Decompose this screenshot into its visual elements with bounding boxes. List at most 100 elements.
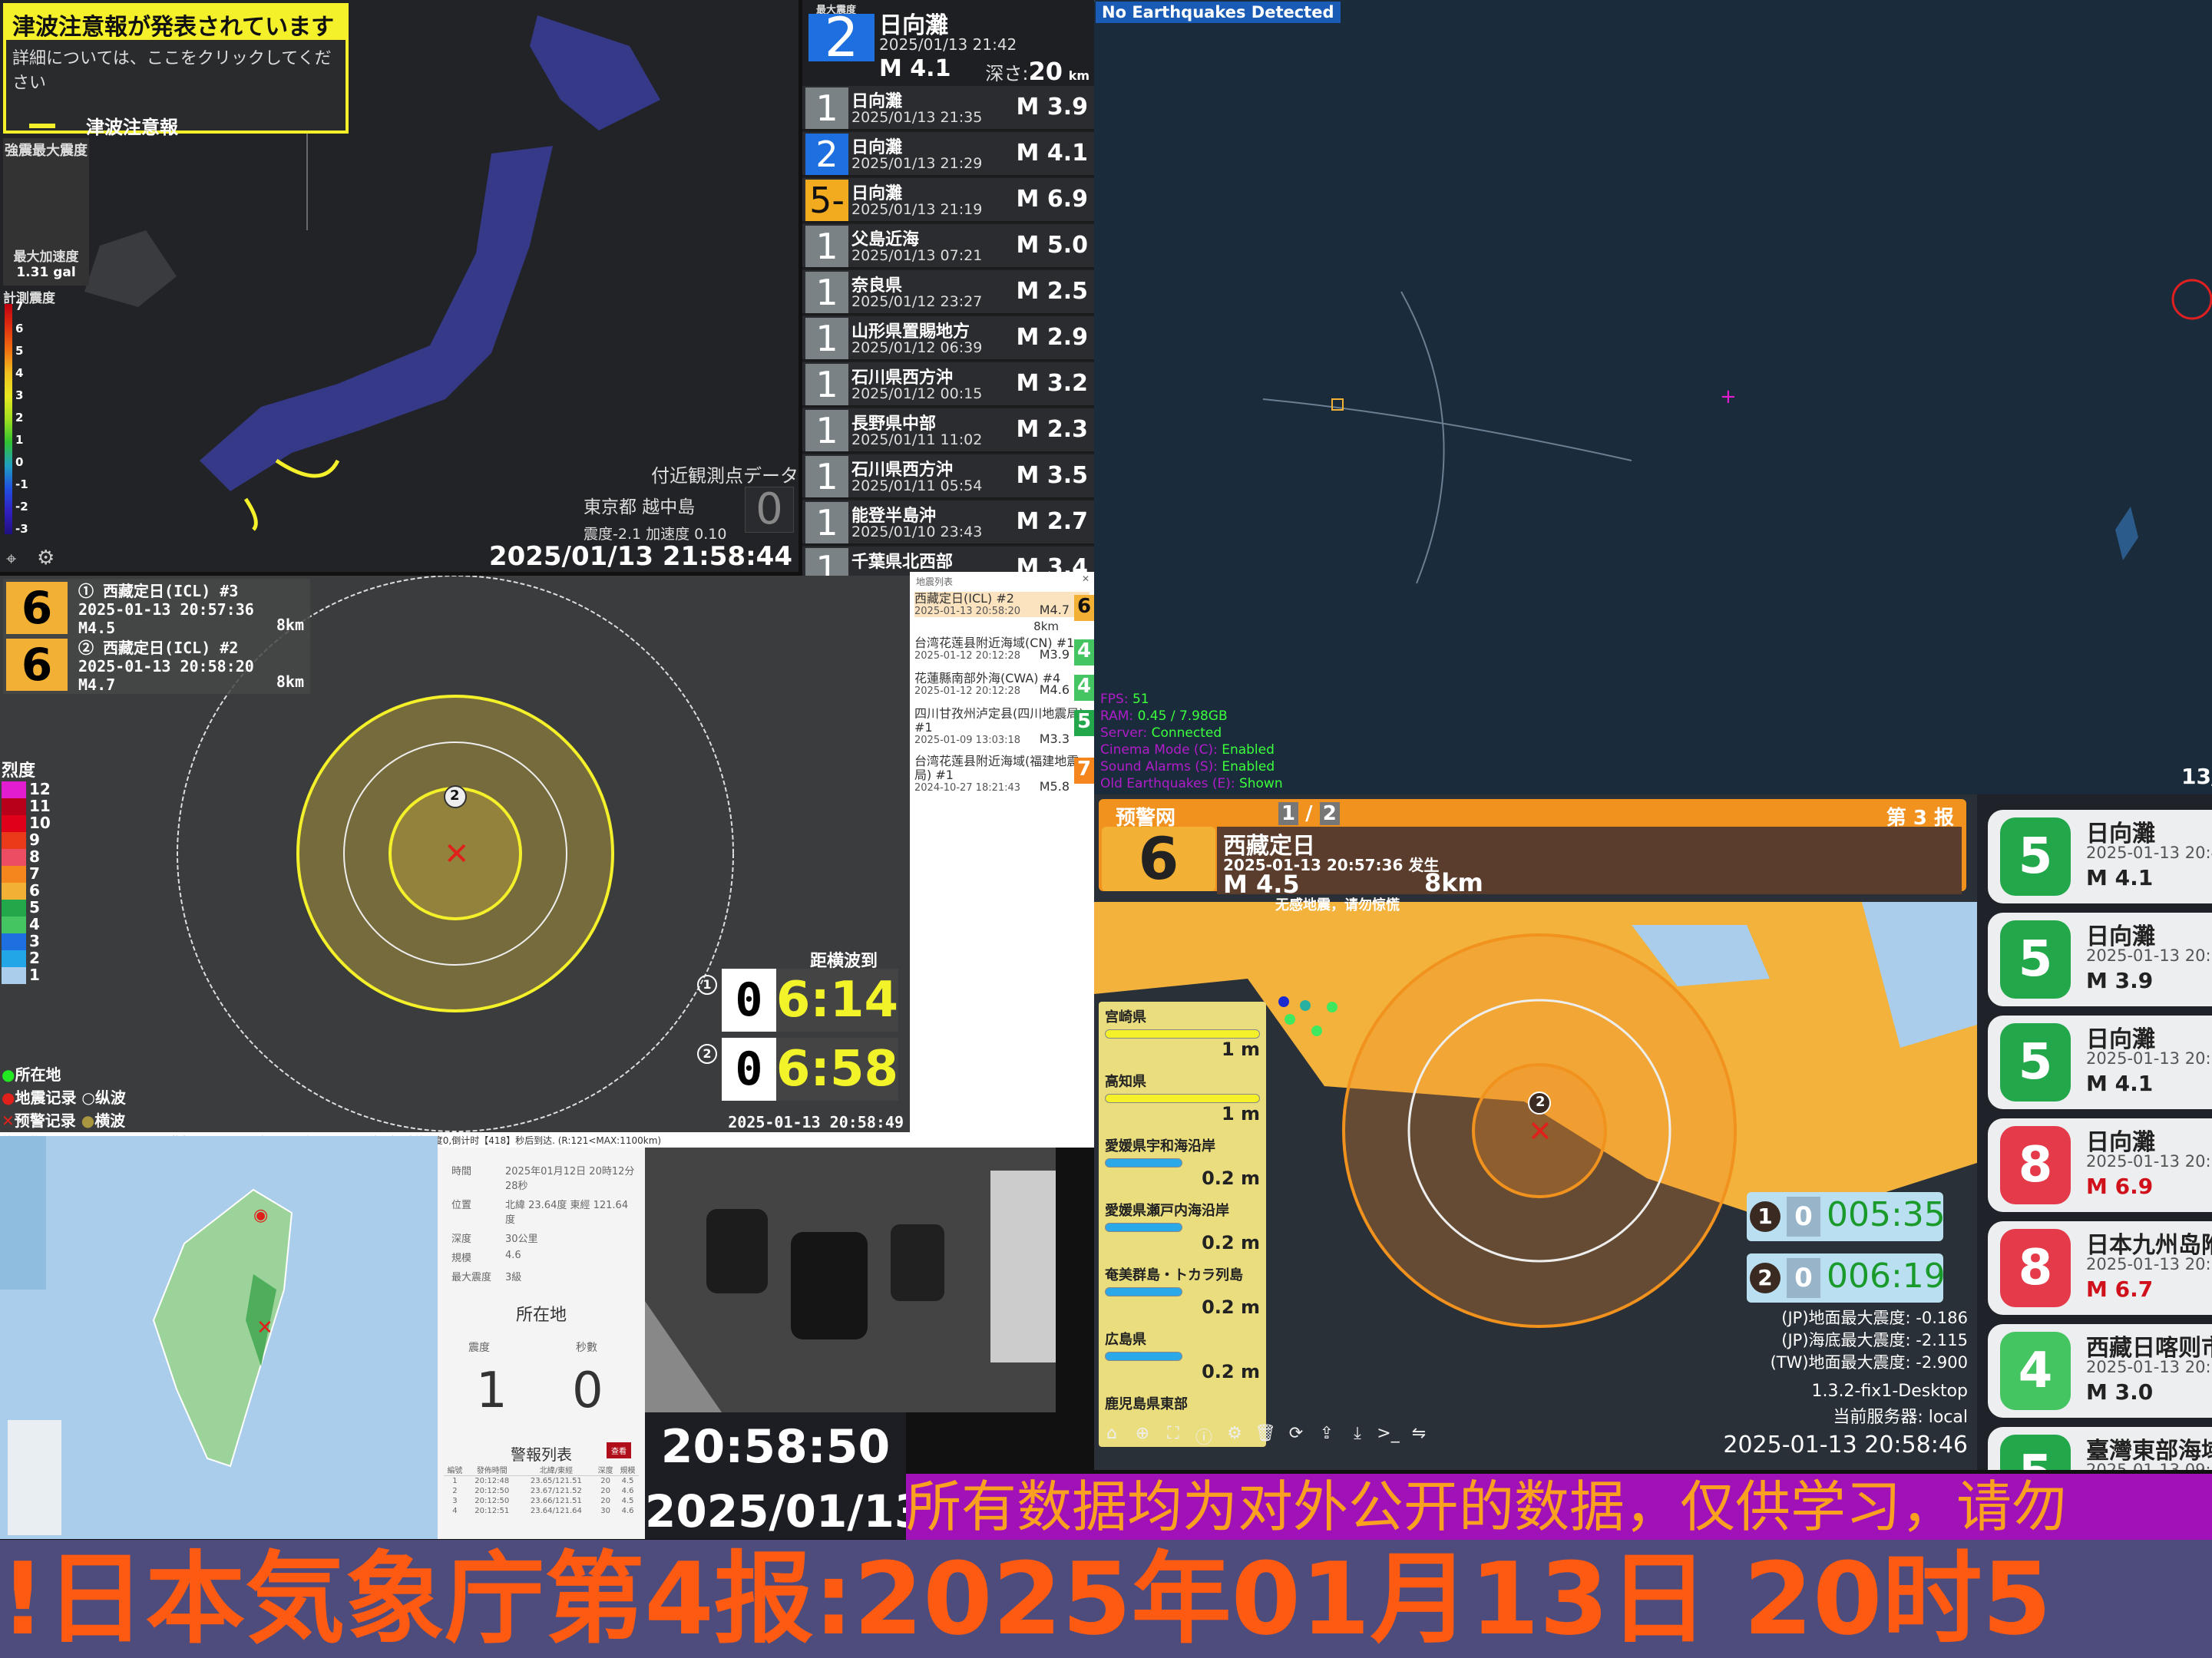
warning-network-map[interactable]: ✕ 2 预警网 1 / 2 第 3 报 6 西藏定日 2025-01-13 20… — [1094, 794, 1977, 1470]
event-time: 2025/01/12 23:27 — [851, 293, 983, 310]
earthquake-row[interactable]: 1 奈良県 2025/01/12 23:27 M 2.5 — [802, 270, 1094, 315]
japan-map-panel[interactable]: 津波注意報が発表されています 詳細については、ここをクリックしてください 津波注… — [0, 0, 799, 572]
download-icon[interactable]: ⤓ — [1346, 1424, 1369, 1448]
tsunami-item[interactable]: 宫崎県 1 m — [1105, 1006, 1260, 1060]
swap-icon[interactable]: ⇋ — [1407, 1424, 1430, 1448]
upload-icon[interactable]: ⇪ — [1315, 1424, 1338, 1448]
alert-view-button[interactable]: 查看 — [607, 1442, 631, 1458]
locate-icon[interactable]: ⌖ — [6, 548, 17, 570]
earthquake-row[interactable]: 1 長野県中部 2025/01/11 11:02 M 2.3 — [802, 408, 1094, 453]
info-row: 規模 4.6 — [451, 1250, 636, 1264]
tsunami-item[interactable]: 鹿児島県東部 — [1105, 1393, 1260, 1413]
earthquake-card[interactable]: 5日向灘2025-01-13 20:29M 4.1 — [1988, 1016, 2212, 1109]
earthquake-card[interactable]: 8日本九州岛附2025-01-13 20:19M 6.7 — [1988, 1221, 2212, 1315]
intensity-badge: 2 — [805, 134, 848, 175]
earthquake-row[interactable]: 花蓮縣南部外海(CWA) #4 2025-01-12 20:12:28 M4.6 4 — [914, 672, 1094, 701]
tsunami-alert-link[interactable]: 詳細については、ここをクリックしてください — [6, 40, 346, 98]
earthquake-row[interactable]: 1 能登半島沖 2025/01/10 23:43 M 2.7 — [802, 500, 1094, 545]
intensity-color-scale: 7 6 5 4 3 2 1 0 -1 -2 -3 — [5, 299, 51, 542]
debug-line: FPS: 51 — [1100, 691, 1283, 708]
earthquake-row[interactable]: 2 日向灘 2025/01/13 21:29 M 4.1 — [802, 132, 1094, 177]
cn-list-title: 地震列表 — [916, 576, 954, 587]
tsunami-item[interactable]: 奄美群島・トカラ列島 0.2 m — [1105, 1264, 1260, 1318]
tsunami-item[interactable]: 高知県 1 m — [1105, 1071, 1260, 1125]
page-total: 2 — [1319, 802, 1340, 825]
refresh-icon[interactable]: ⟳ — [1285, 1424, 1308, 1448]
earthquake-row[interactable]: 四川甘孜州泸定县(四川地震局) #1 2025-01-09 13:03:18 M3.… — [914, 707, 1094, 746]
fullscreen-icon[interactable]: ⛶ — [1162, 1424, 1185, 1448]
svg-text:+: + — [1720, 385, 1737, 408]
earthquake-card[interactable]: 5日向灘2025-01-13 20:42M 4.1 — [1988, 810, 2212, 903]
home-icon[interactable]: ⌂ — [1100, 1424, 1123, 1448]
scale-label: 4 — [29, 915, 40, 933]
taiwan-map[interactable]: ◉ ✕ — [0, 1136, 438, 1539]
tsunami-height-list[interactable]: 宫崎県 1 m 高知県 1 m 愛媛県宇和海沿岸 0.2 m 愛媛県瀬戸内海沿岸 0.2 m 奄… — [1099, 1002, 1266, 1447]
app-version: 1.3.2-fix1-Desktop — [1811, 1382, 1968, 1401]
event-time: 2025-01-13 20:19 — [2086, 1255, 2212, 1273]
intensity-label: 震度 — [468, 1342, 490, 1354]
globe-view[interactable]: + No Earthquakes Detected FPS: 51 RAM: 0.… — [1094, 0, 2212, 794]
intensity-badge: 1 — [805, 364, 848, 405]
trash-icon[interactable]: 🗑 — [1254, 1424, 1277, 1448]
earthquake-card[interactable]: 5臺灣東部海域2025-01-13 09:57 — [1988, 1427, 2212, 1470]
record-dot-icon: ● — [2, 1088, 15, 1107]
cn-earthquake-list[interactable]: 地震列表 ✕ 西藏定日(ICL) #2 2025-01-13 20:58:20 M4… — [910, 572, 1094, 1136]
page-indicator[interactable]: 1 / 2 — [1278, 802, 1340, 825]
jp-earthquake-list[interactable]: 最大震度 2 日向灘 2025/01/13 21:42 M 4.1 深さ:20 … — [802, 0, 1094, 591]
countdown-row: 1 0 005:35 — [1747, 1192, 1946, 1241]
disclaimer-ticker: 所有数据均为对外公开的数据，仅供学习，请勿 — [906, 1474, 2212, 1540]
magnitude: M 2.9 — [1016, 324, 1088, 351]
local-intensity-value: 1 — [476, 1362, 508, 1419]
magnitude: M4.7 — [1039, 603, 1070, 617]
earthquake-card[interactable]: 5日向灘2025-01-13 20:35M 3.9 — [1988, 913, 2212, 1006]
tsunami-item[interactable]: 広島県 0.2 m — [1105, 1329, 1260, 1382]
info-key: 深度 — [451, 1234, 472, 1245]
jma-report-ticker: !日本気象庁第4报:2025年01月13日 20时5 — [0, 1540, 2212, 1658]
earthquake-row[interactable]: 1 石川県西方沖 2025/01/11 05:54 M 3.5 — [802, 454, 1094, 499]
event-time: 2025/01/13 21:29 — [851, 155, 983, 172]
close-icon[interactable]: ✕ — [1082, 573, 1089, 584]
cn-warning-map[interactable]: ✕ 2 6① 西藏定日(ICL) #3 2025-01-13 20:57:36 M4… — [0, 576, 910, 1132]
intensity-badge: 1 — [805, 456, 848, 497]
intensity-badge: 5- — [805, 180, 848, 221]
max-intensity-box: 強震最大震度 — [3, 138, 89, 253]
scale-gradient — [5, 304, 12, 534]
earthquake-row[interactable]: 西藏定日(ICL) #2 2025-01-13 20:58:20 M4.7 8km 6 — [914, 592, 1094, 633]
countdown-intensity: 0 — [1787, 1258, 1820, 1298]
tsunami-item[interactable]: 愛媛県瀬戸内海沿岸 0.2 m — [1105, 1200, 1260, 1253]
event-time: 2025/01/13 07:21 — [851, 247, 983, 264]
event-card[interactable]: 6① 西藏定日(ICL) #3 2025-01-13 20:57:36 M4.5 8k… — [3, 579, 310, 637]
table-cell: 20 — [600, 1487, 611, 1495]
recent-earthquake-cards[interactable]: 5日向灘2025-01-13 20:42M 4.1 5日向灘2025-01-13 … — [1977, 794, 2212, 1470]
crosshair-icon[interactable]: ⊕ — [1131, 1424, 1154, 1448]
debug-value: Enabled — [1222, 742, 1275, 758]
countdown-number: 2 — [697, 1044, 717, 1064]
globe-date: 13/01/ — [2181, 764, 2212, 789]
tsunami-alert-banner[interactable]: 津波注意報が発表されています 詳細については、ここをクリックしてください 津波注… — [3, 3, 349, 138]
tsunami-level-bar — [1105, 1287, 1182, 1296]
magnitude: M3.9 — [1039, 647, 1070, 662]
terminal-icon[interactable]: >_ — [1377, 1424, 1400, 1448]
nearby-station-data: 付近観測点データ 東京都 越中島 震度-2.1 加速度 0.10 0 — [584, 461, 799, 543]
earthquake-row[interactable]: 5- 日向灘 2025/01/13 21:19 M 6.9 — [802, 178, 1094, 223]
event-time: 2025/01/10 23:43 — [851, 523, 983, 540]
earthquake-card[interactable]: 4西藏日喀则市2025-01-13 20:17M 3.0 — [1988, 1324, 2212, 1418]
earthquake-row[interactable]: 1 石川県西方沖 2025/01/12 00:15 M 3.2 — [802, 362, 1094, 407]
magnitude: M 4.1 — [2086, 865, 2154, 890]
info-key: 位置 — [451, 1200, 472, 1211]
earthquake-row[interactable]: 台湾花莲县附近海域(CN) #1 2025-01-12 20:12:28 M3.9 4 — [914, 636, 1094, 666]
earthquake-card[interactable]: 8日向灘2025-01-13 20:19M 6.9 — [1988, 1118, 2212, 1212]
globe-map: + — [1094, 0, 2212, 794]
earthquake-row[interactable]: 台湾花莲县附近海域(福建地震局) #1 2024-10-27 18:21:43 M5… — [914, 755, 1094, 794]
scale-label: 6 — [15, 322, 24, 335]
tsunami-item[interactable]: 愛媛県宇和海沿岸 0.2 m — [1105, 1135, 1260, 1189]
earthquake-row[interactable]: 1 山形県置賜地方 2025/01/12 06:39 M 2.9 — [802, 316, 1094, 361]
event-card[interactable]: 6② 西藏定日(ICL) #2 2025-01-13 20:58:20 M4.7 8k… — [3, 636, 310, 694]
scale-swatch — [2, 900, 26, 917]
info-icon[interactable]: ⓘ — [1192, 1424, 1215, 1448]
earthquake-row[interactable]: 1 父島近海 2025/01/13 07:21 M 5.0 — [802, 224, 1094, 269]
earthquake-row[interactable]: 1 日向灘 2025/01/13 21:35 M 3.9 — [802, 86, 1094, 130]
gear-icon[interactable]: ⚙ — [1223, 1424, 1246, 1448]
latest-intensity-badge: 2 — [808, 11, 875, 64]
gear-icon[interactable]: ⚙ — [37, 547, 55, 570]
